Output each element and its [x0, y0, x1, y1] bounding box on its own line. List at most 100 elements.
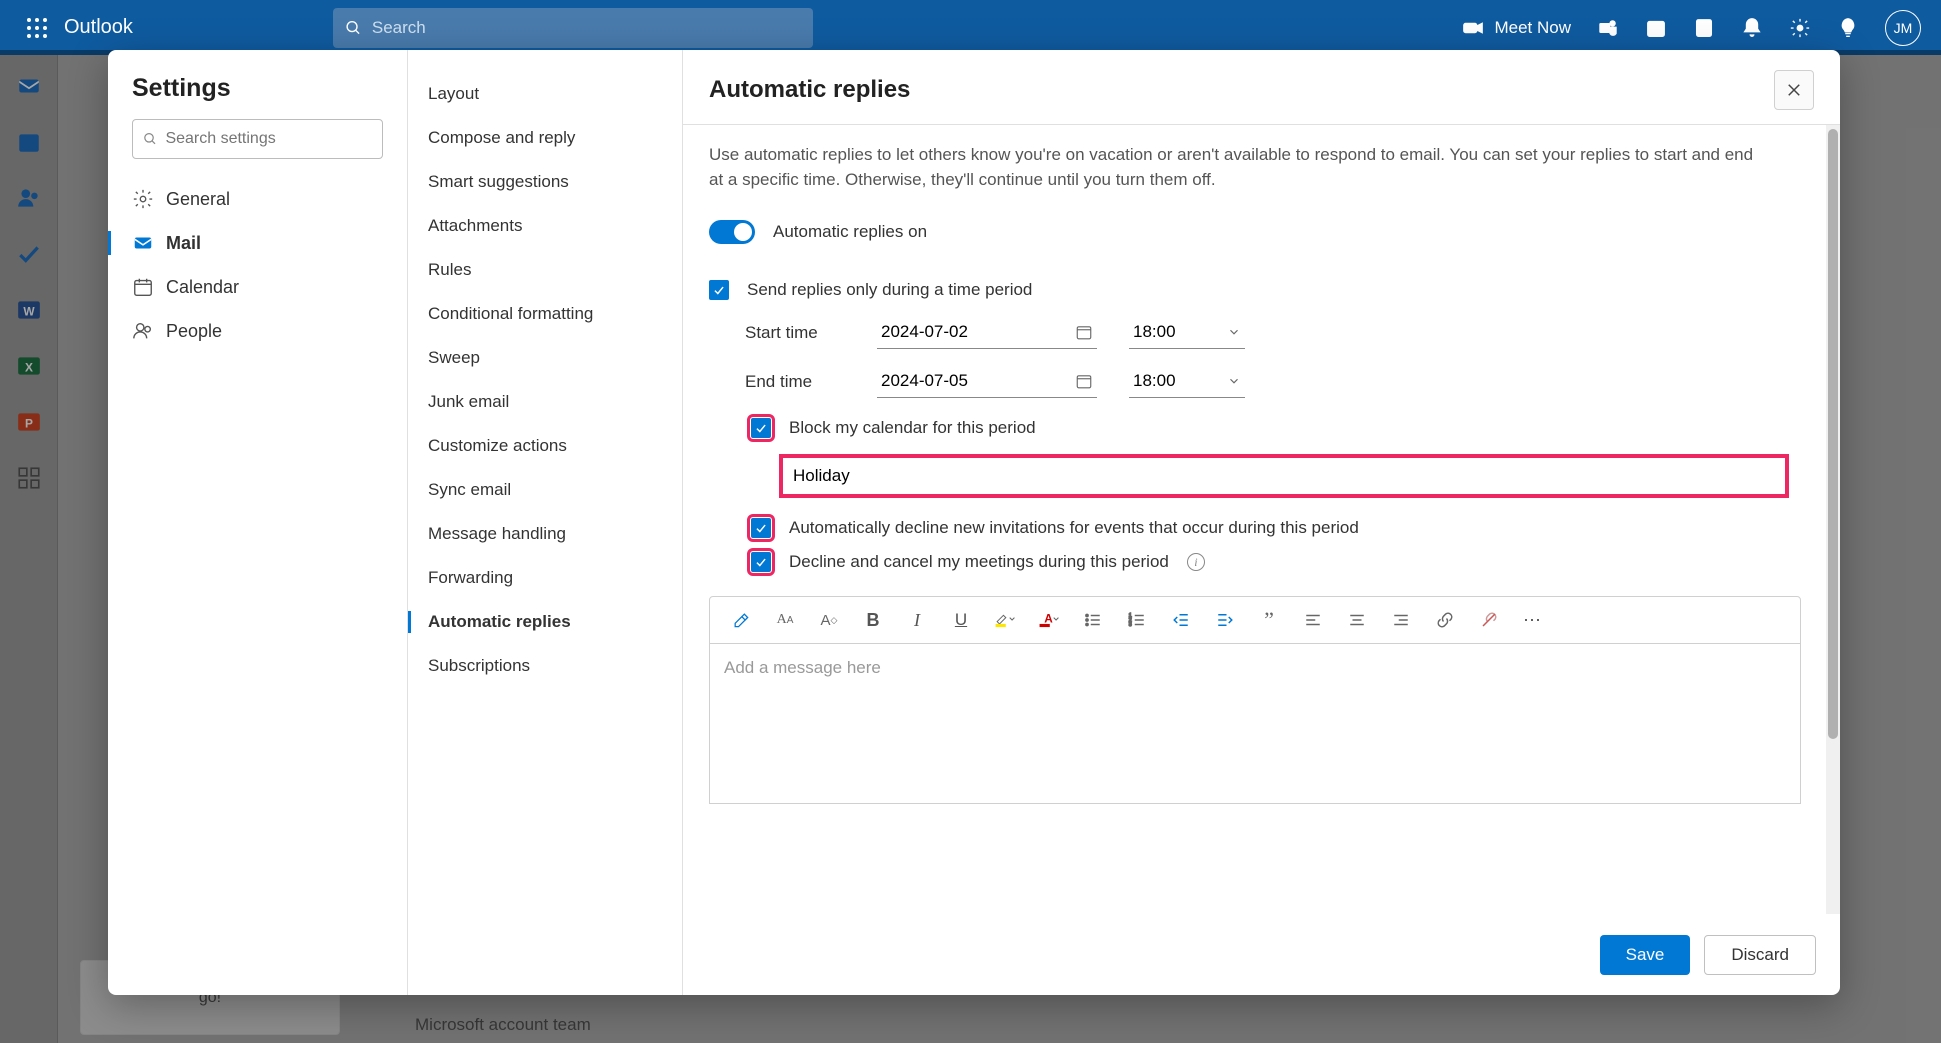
subnav-conditional-formatting[interactable]: Conditional formatting	[408, 292, 682, 336]
italic-button[interactable]: I	[906, 609, 928, 631]
info-icon[interactable]: i	[1187, 553, 1205, 571]
nav-item-label: General	[166, 189, 230, 210]
nav-item-label: People	[166, 321, 222, 342]
subnav-sweep[interactable]: Sweep	[408, 336, 682, 380]
subnav-layout[interactable]: Layout	[408, 72, 682, 116]
calendar-day-icon[interactable]	[1645, 17, 1667, 39]
block-title-value: Holiday	[793, 466, 850, 486]
underline-button[interactable]: U	[950, 609, 972, 631]
unlink-button[interactable]	[1478, 609, 1500, 631]
more-options-button[interactable]: ⋯	[1522, 609, 1544, 631]
subnav-label: Customize actions	[428, 436, 567, 456]
link-button[interactable]	[1434, 609, 1456, 631]
subnav-customize-actions[interactable]: Customize actions	[408, 424, 682, 468]
subnav-label: Subscriptions	[428, 656, 530, 676]
end-time-field[interactable]: 18:00	[1129, 365, 1245, 398]
scrollbar-thumb[interactable]	[1828, 129, 1838, 739]
subnav-attachments[interactable]: Attachments	[408, 204, 682, 248]
font-icon[interactable]: AA	[774, 609, 796, 631]
subnav-compose-reply[interactable]: Compose and reply	[408, 116, 682, 160]
decline-cancel-label: Decline and cancel my meetings during th…	[789, 552, 1169, 572]
avatar-initials: JM	[1894, 20, 1913, 36]
number-list-button[interactable]: 123	[1126, 609, 1148, 631]
subnav-forwarding[interactable]: Forwarding	[408, 556, 682, 600]
subnav-sync-email[interactable]: Sync email	[408, 468, 682, 512]
subnav-label: Sweep	[428, 348, 480, 368]
pane-title: Automatic replies	[709, 76, 910, 104]
search-input[interactable]	[372, 18, 801, 38]
pane-scrollbar[interactable]	[1826, 125, 1840, 914]
send-only-during-label: Send replies only during a time period	[747, 280, 1032, 300]
settings-search[interactable]	[132, 119, 383, 159]
auto-replies-toggle-row: Automatic replies on	[709, 220, 1814, 244]
start-time-field[interactable]: 18:00	[1129, 316, 1245, 349]
editor-toolbar: AA A◇ B I U A 123 ” ⋯	[709, 596, 1801, 644]
subnav-smart-suggestions[interactable]: Smart suggestions	[408, 160, 682, 204]
decline-new-checkbox[interactable]	[751, 518, 771, 538]
end-time-label: End time	[745, 372, 845, 392]
close-icon	[1785, 81, 1803, 99]
highlight-color-button[interactable]	[994, 609, 1016, 631]
save-button[interactable]: Save	[1600, 935, 1691, 975]
outdent-button[interactable]	[1170, 609, 1192, 631]
subnav-rules[interactable]: Rules	[408, 248, 682, 292]
send-only-during-checkbox[interactable]	[709, 280, 729, 300]
font-color-button[interactable]: A	[1038, 609, 1060, 631]
subnav-subscriptions[interactable]: Subscriptions	[408, 644, 682, 688]
save-label: Save	[1626, 945, 1665, 965]
auto-replies-toggle[interactable]	[709, 220, 755, 244]
settings-title: Settings	[108, 74, 407, 119]
end-date-value: 2024-07-05	[881, 371, 968, 391]
send-only-during-row: Send replies only during a time period	[709, 280, 1814, 300]
format-painter-icon[interactable]	[730, 609, 752, 631]
teams-icon[interactable]	[1597, 17, 1619, 39]
meet-now-button[interactable]: Meet Now	[1462, 17, 1571, 39]
end-date-field[interactable]: 2024-07-05	[877, 365, 1097, 398]
nav-item-people[interactable]: People	[108, 309, 407, 353]
bullet-list-button[interactable]	[1082, 609, 1104, 631]
align-right-button[interactable]	[1390, 609, 1412, 631]
decline-cancel-checkbox[interactable]	[751, 552, 771, 572]
avatar[interactable]: JM	[1885, 10, 1921, 46]
subnav-label: Conditional formatting	[428, 304, 593, 324]
auto-replies-toggle-label: Automatic replies on	[773, 222, 927, 242]
subnav-message-handling[interactable]: Message handling	[408, 512, 682, 556]
quote-button[interactable]: ”	[1258, 609, 1280, 631]
mail-icon	[132, 232, 154, 254]
gear-icon[interactable]	[1789, 17, 1811, 39]
subnav-junk-email[interactable]: Junk email	[408, 380, 682, 424]
subnav-label: Smart suggestions	[428, 172, 569, 192]
align-center-button[interactable]	[1346, 609, 1368, 631]
discard-button[interactable]: Discard	[1704, 935, 1816, 975]
start-date-field[interactable]: 2024-07-02	[877, 316, 1097, 349]
subnav-label: Compose and reply	[428, 128, 575, 148]
font-size-icon[interactable]: A◇	[818, 609, 840, 631]
settings-search-input[interactable]	[165, 130, 372, 148]
close-button[interactable]	[1774, 70, 1814, 110]
subnav-label: Layout	[428, 84, 479, 104]
start-time-value: 18:00	[1133, 322, 1176, 342]
subnav-label: Forwarding	[428, 568, 513, 588]
start-time-label: Start time	[745, 323, 845, 343]
block-calendar-row: Block my calendar for this period	[751, 418, 1814, 438]
discard-label: Discard	[1731, 945, 1789, 965]
note-icon[interactable]	[1693, 17, 1715, 39]
check-icon	[754, 555, 768, 569]
calendar-icon	[132, 276, 154, 298]
nav-item-general[interactable]: General	[108, 177, 407, 221]
check-icon	[754, 421, 768, 435]
lightbulb-icon[interactable]	[1837, 17, 1859, 39]
app-launcher-icon[interactable]	[25, 16, 49, 40]
subnav-automatic-replies[interactable]: Automatic replies	[408, 600, 682, 644]
nav-item-calendar[interactable]: Calendar	[108, 265, 407, 309]
indent-button[interactable]	[1214, 609, 1236, 631]
nav-item-mail[interactable]: Mail	[108, 221, 407, 265]
block-title-input[interactable]: Holiday	[779, 454, 1789, 498]
align-left-button[interactable]	[1302, 609, 1324, 631]
bold-button[interactable]: B	[862, 609, 884, 631]
editor-body[interactable]: Add a message here	[709, 644, 1801, 804]
block-calendar-checkbox[interactable]	[751, 418, 771, 438]
pane-body: Use automatic replies to let others know…	[683, 125, 1840, 914]
global-search[interactable]	[333, 8, 813, 48]
bell-icon[interactable]	[1741, 17, 1763, 39]
